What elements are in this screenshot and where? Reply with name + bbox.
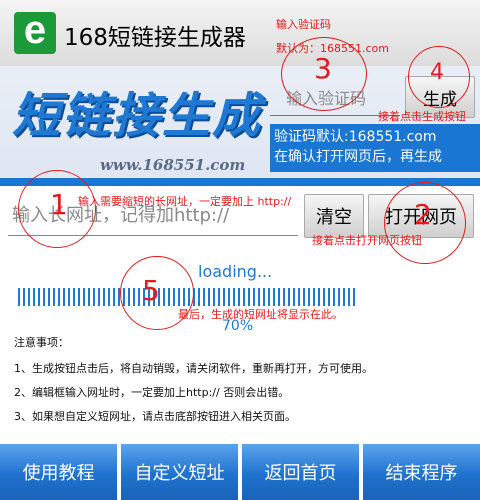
- home-button[interactable]: 返回首页: [242, 444, 359, 500]
- info-line-default-code: 验证码默认:168551.com: [274, 129, 437, 145]
- title-bar: e 168短链接生成器: [0, 0, 480, 66]
- app-logo-letter: e: [23, 8, 47, 52]
- annotation-result-hint: 最后，生成的短网址将显示在此。: [178, 308, 343, 321]
- info-line-instruction: 在确认打开网页后，再生成: [274, 149, 442, 165]
- tutorial-button[interactable]: 使用教程: [0, 444, 117, 500]
- notes-title: 注意事项：: [14, 336, 69, 349]
- app-logo-icon: e: [14, 8, 56, 54]
- annotation-number-5: 5: [142, 274, 160, 307]
- loading-text: loading...: [198, 262, 273, 281]
- annotation-generate-hint: 接着点击生成按钮: [378, 110, 466, 123]
- app-title: 168短链接生成器: [64, 25, 246, 51]
- exit-button[interactable]: 结束程序: [363, 444, 480, 500]
- annotation-open-hint: 接着点击打开网页按钮: [312, 234, 422, 247]
- annotation-number-3: 3: [314, 52, 332, 85]
- note-item-1: 1、生成按钮点击后，将自动销毁，请关闭软件，重新再打开，方可使用。: [14, 362, 373, 375]
- custom-short-url-button[interactable]: 自定义短址: [121, 444, 238, 500]
- annotation-number-2: 2: [414, 198, 432, 231]
- app-window: e 168短链接生成器 短链接生成 www.168551.com 生成 验证码默…: [0, 0, 480, 500]
- annotation-number-1: 1: [50, 188, 68, 221]
- banner-url: www.168551.com: [100, 156, 246, 174]
- annotation-code-hint: 输入验证码: [276, 18, 331, 31]
- verification-info-box: 验证码默认:168551.com 在确认打开网页后，再生成: [270, 124, 480, 172]
- bottom-toolbar: 使用教程 自定义短址 返回首页 结束程序: [0, 444, 480, 500]
- banner-title: 短链接生成: [12, 88, 263, 144]
- annotation-url-hint: 输入需要缩短的长网址，一定要加上 http://: [78, 195, 292, 208]
- note-item-3: 3、如果想自定义短网址，请点击底部按钮进入相关页面。: [14, 410, 296, 423]
- note-item-2: 2、编辑框输入网址时，一定要加上http:// 否则会出错。: [14, 386, 290, 399]
- annotation-number-4: 4: [430, 60, 444, 85]
